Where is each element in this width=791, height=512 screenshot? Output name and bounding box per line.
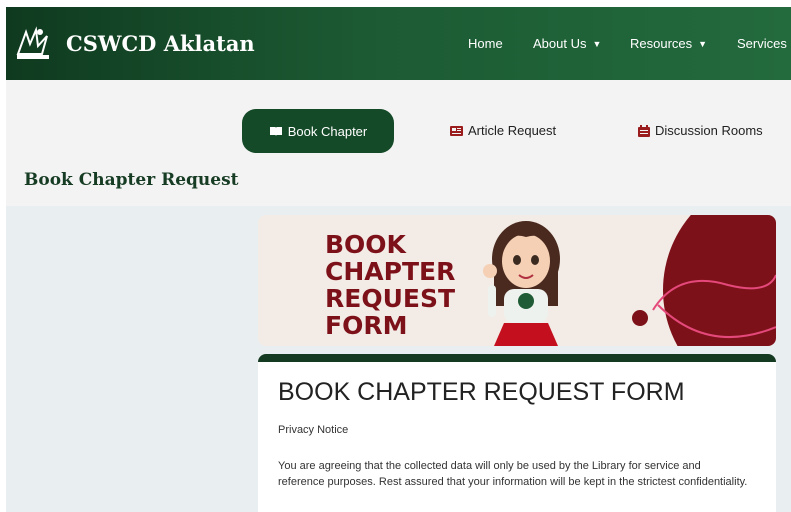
- caret-down-icon: ▼: [698, 39, 708, 49]
- newspaper-icon: [450, 125, 463, 136]
- form-title: BOOK CHAPTER REQUEST FORM: [278, 378, 685, 406]
- main-content: BOOK CHAPTER REQUEST FORM BOOK CHAPTER R…: [6, 206, 791, 512]
- request-tabs-section: Book Chapter Article Request Discussion …: [6, 80, 791, 206]
- tab-article-request[interactable]: Article Request: [450, 123, 556, 138]
- nav-services[interactable]: Services: [737, 36, 787, 51]
- calendar-icon: [638, 124, 650, 137]
- tab-book-chapter-label: Book Chapter: [287, 123, 368, 139]
- nav-home[interactable]: Home: [468, 36, 503, 51]
- nav-resources-label: Resources: [630, 36, 693, 51]
- browser-viewport: CSWCD Aklatan Home About Us ▼ Resources ▼ …: [6, 7, 791, 512]
- site-logo[interactable]: [14, 24, 52, 62]
- nav-resources[interactable]: Resources ▼: [630, 36, 707, 51]
- privacy-notice-text: You are agreeing that the collected data…: [278, 460, 748, 488]
- banner-line: CHAPTER: [325, 257, 456, 286]
- page-title: Book Chapter Request: [24, 170, 239, 190]
- nav-home-label: Home: [468, 36, 503, 51]
- banner-line: BOOK: [325, 230, 406, 259]
- tab-book-chapter[interactable]: Book Chapter: [242, 109, 394, 153]
- form-card: BOOK CHAPTER REQUEST FORM Privacy Notice…: [258, 354, 776, 512]
- banner-title: BOOK CHAPTER REQUEST FORM: [325, 231, 455, 339]
- tab-discussion-rooms[interactable]: Discussion Rooms: [638, 123, 763, 138]
- caret-down-icon: ▼: [592, 39, 602, 49]
- tab-discussion-rooms-label: Discussion Rooms: [655, 123, 763, 138]
- nav-about-label: About Us: [533, 36, 587, 51]
- banner-line: REQUEST: [325, 284, 456, 313]
- site-header: CSWCD Aklatan Home About Us ▼ Resources ▼ …: [6, 7, 791, 80]
- form-banner: BOOK CHAPTER REQUEST FORM: [258, 215, 776, 346]
- tab-article-request-label: Article Request: [468, 123, 557, 138]
- privacy-notice-heading: Privacy Notice: [278, 424, 349, 436]
- banner-line: FORM: [325, 311, 408, 340]
- nav-about-us[interactable]: About Us ▼: [533, 36, 601, 51]
- book-icon: [269, 126, 282, 136]
- site-brand[interactable]: CSWCD Aklatan: [66, 31, 255, 56]
- nav-services-label: Services: [737, 36, 787, 51]
